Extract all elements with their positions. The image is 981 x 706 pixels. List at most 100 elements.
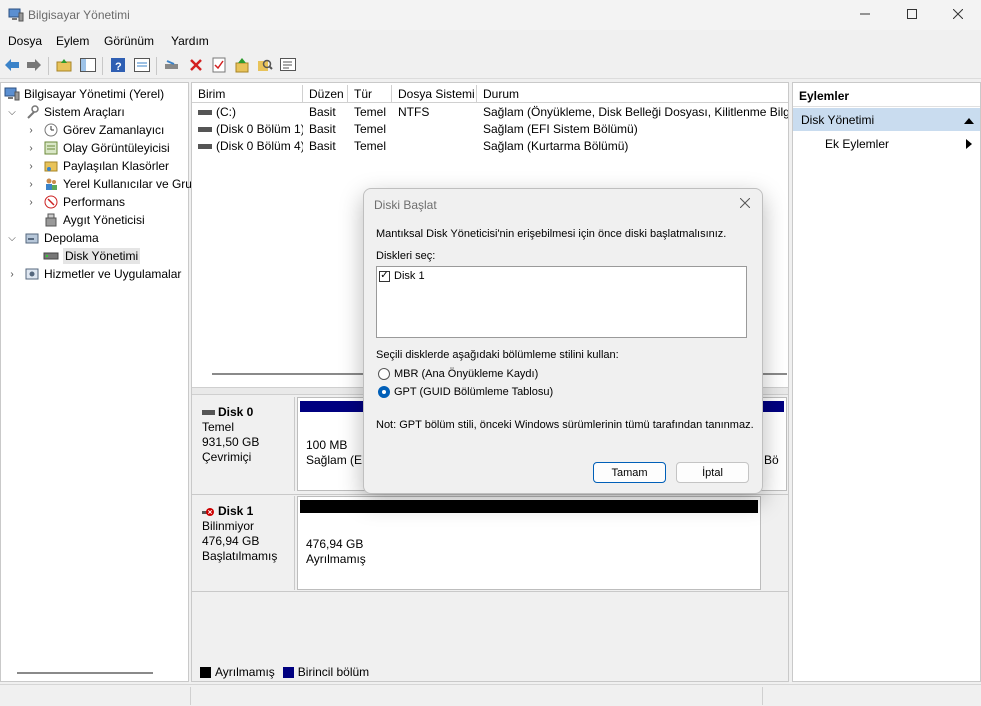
disk-1-unallocated-region[interactable]: 476,94 GB Ayrılmamış — [306, 537, 366, 567]
tree-item-sistem-araclari[interactable]: ⌵ Sistem Araçları — [6, 103, 125, 121]
toolbar-separator — [102, 57, 103, 75]
chevron-right-icon[interactable]: › — [25, 197, 37, 208]
tree-item-olay-goruntuleyicisi[interactable]: › Olay Görüntüleyicisi — [25, 139, 169, 157]
tree-item-depolama[interactable]: ⌵ Depolama — [6, 229, 99, 247]
menu-yardim[interactable]: Yardım — [171, 34, 209, 48]
column-header-tur[interactable]: Tür — [348, 85, 392, 103]
disk-type: Bilinmiyor — [202, 519, 255, 533]
up-button[interactable] — [54, 56, 74, 76]
disk-0-info[interactable]: Disk 0 Temel 931,50 GB Çevrimiçi — [194, 397, 295, 491]
volume-type: Temel — [354, 139, 387, 153]
users-icon — [43, 176, 59, 192]
check-icon — [212, 57, 226, 76]
disk-1-info[interactable]: Disk 1 Bilinmiyor 476,94 GB Başlatılmamı… — [194, 496, 295, 590]
column-header-dosya-sistemi[interactable]: Dosya Sistemi — [392, 85, 477, 103]
dialog-intro: Mantıksal Disk Yöneticisi'nin erişebilme… — [376, 228, 727, 240]
partition-status: Sağlam (EF — [306, 453, 370, 467]
chevron-right-icon[interactable]: › — [25, 179, 37, 190]
tree-label: Aygıt Yöneticisi — [63, 213, 145, 227]
chevron-down-icon[interactable]: ⌵ — [6, 233, 18, 244]
dialog-close-button[interactable] — [736, 195, 754, 213]
gpt-option[interactable]: GPT (GUID Bölümleme Tablosu) — [378, 386, 553, 398]
action-label: Ek Eylemler — [825, 137, 890, 151]
column-header-durum[interactable]: Durum — [477, 85, 788, 103]
tree-label: Disk Yönetimi — [63, 248, 141, 264]
check-button[interactable] — [209, 56, 229, 76]
forward-button[interactable] — [24, 56, 44, 76]
submenu-arrow-icon[interactable] — [966, 138, 972, 152]
show-hide-tree-icon — [80, 57, 96, 75]
help-button[interactable]: ? — [108, 56, 128, 76]
minimize-button[interactable] — [842, 0, 888, 30]
back-button[interactable] — [2, 56, 22, 76]
title-bar: Bilgisayar Yönetimi — [0, 0, 981, 30]
volume-row[interactable]: (Disk 0 Bölüm 4) — [198, 138, 303, 155]
dialog-title: Diski Başlat — [374, 198, 437, 212]
close-button[interactable] — [935, 0, 981, 30]
mbr-label: MBR (Ana Önyükleme Kaydı) — [394, 368, 539, 380]
tree-item-paylasilan-klasorler[interactable]: › Paylaşılan Klasörler — [25, 157, 169, 175]
search-icon — [257, 57, 273, 76]
export-button[interactable] — [232, 56, 252, 76]
tree-item-aygit-yoneticisi[interactable]: Aygıt Yöneticisi — [43, 211, 145, 229]
mbr-radio[interactable] — [378, 368, 390, 380]
console-button[interactable] — [278, 56, 298, 76]
device-manager-icon — [43, 212, 59, 228]
volume-layout: Basit — [309, 122, 336, 136]
help-icon: ? — [110, 57, 126, 76]
chevron-down-icon[interactable]: ⌵ — [6, 107, 18, 118]
mbr-option[interactable]: MBR (Ana Önyükleme Kaydı) — [378, 368, 538, 380]
properties-button[interactable] — [132, 56, 152, 76]
show-hide-tree-button[interactable] — [78, 56, 98, 76]
cancel-button[interactable]: İptal — [676, 462, 749, 483]
delete-icon — [189, 58, 203, 75]
column-header-birim[interactable]: Birim — [192, 85, 303, 103]
toolbar-separator — [156, 57, 157, 75]
collapse-up-icon[interactable] — [964, 114, 974, 128]
tree-item-disk-yonetimi[interactable]: Disk Yönetimi — [43, 247, 141, 265]
disk-select-label: Diskleri seç: — [376, 250, 436, 262]
initialize-disk-dialog: Diski Başlat Mantıksal Disk Yöneticisi'n… — [363, 188, 763, 494]
tree-item-root[interactable]: Bilgisayar Yönetimi (Yerel) — [4, 85, 164, 103]
disk-0-partition-1[interactable]: 100 MB Sağlam (EF — [306, 438, 369, 468]
ok-button[interactable]: Tamam — [593, 462, 666, 483]
clock-icon — [43, 122, 59, 138]
action-ek-eylemler[interactable]: Ek Eylemler — [825, 137, 889, 151]
tree-item-hizmetler[interactable]: › Hizmetler ve Uygulamalar — [6, 265, 181, 283]
connect-button[interactable] — [162, 56, 182, 76]
chevron-right-icon[interactable]: › — [25, 125, 37, 136]
tree-label: Sistem Araçları — [44, 105, 125, 119]
tree-item-yerel-kullanicilar[interactable]: › Yerel Kullanıcılar ve Gru — [25, 175, 192, 193]
volume-type: Temel — [354, 105, 387, 119]
maximize-button[interactable] — [889, 0, 935, 30]
toolbar-separator — [48, 57, 49, 75]
menu-eylem[interactable]: Eylem — [56, 34, 89, 48]
navigation-tree: Bilgisayar Yönetimi (Yerel) ⌵ Sistem Ara… — [0, 82, 192, 682]
volume-icon — [198, 127, 212, 133]
volume-row[interactable]: (C:) — [198, 104, 303, 121]
computer-management-icon — [4, 86, 20, 102]
disk-1-list-item[interactable]: ✓ Disk 1 — [379, 270, 425, 282]
menu-gorunum[interactable]: Görünüm — [104, 34, 154, 48]
disk-icon — [202, 410, 215, 415]
tree-item-performans[interactable]: › Performans — [25, 193, 125, 211]
chevron-right-icon[interactable]: › — [25, 161, 37, 172]
gpt-label: GPT (GUID Bölümleme Tablosu) — [394, 386, 554, 398]
volume-name: (Disk 0 Bölüm 4) — [216, 139, 303, 153]
disk-1-checkbox[interactable]: ✓ — [379, 270, 390, 282]
volume-row[interactable]: (Disk 0 Bölüm 1) — [198, 121, 303, 138]
tree-item-gorev-zamanlayici[interactable]: › Görev Zamanlayıcı — [25, 121, 164, 139]
tree-horizontal-scrollbar[interactable] — [17, 672, 153, 674]
menu-dosya[interactable]: Dosya — [8, 34, 42, 48]
gpt-radio[interactable] — [378, 386, 390, 398]
action-disk-yonetimi[interactable]: Disk Yönetimi — [793, 108, 980, 131]
delete-button[interactable] — [186, 56, 206, 76]
tools-icon — [24, 104, 40, 120]
disk-listbox[interactable]: ✓ Disk 1 — [376, 266, 747, 338]
volume-icon — [198, 144, 212, 150]
chevron-right-icon[interactable]: › — [6, 269, 18, 280]
disk-icon — [43, 248, 59, 264]
search-button[interactable] — [255, 56, 275, 76]
chevron-right-icon[interactable]: › — [25, 143, 37, 154]
column-header-duzen[interactable]: Düzen — [303, 85, 348, 103]
